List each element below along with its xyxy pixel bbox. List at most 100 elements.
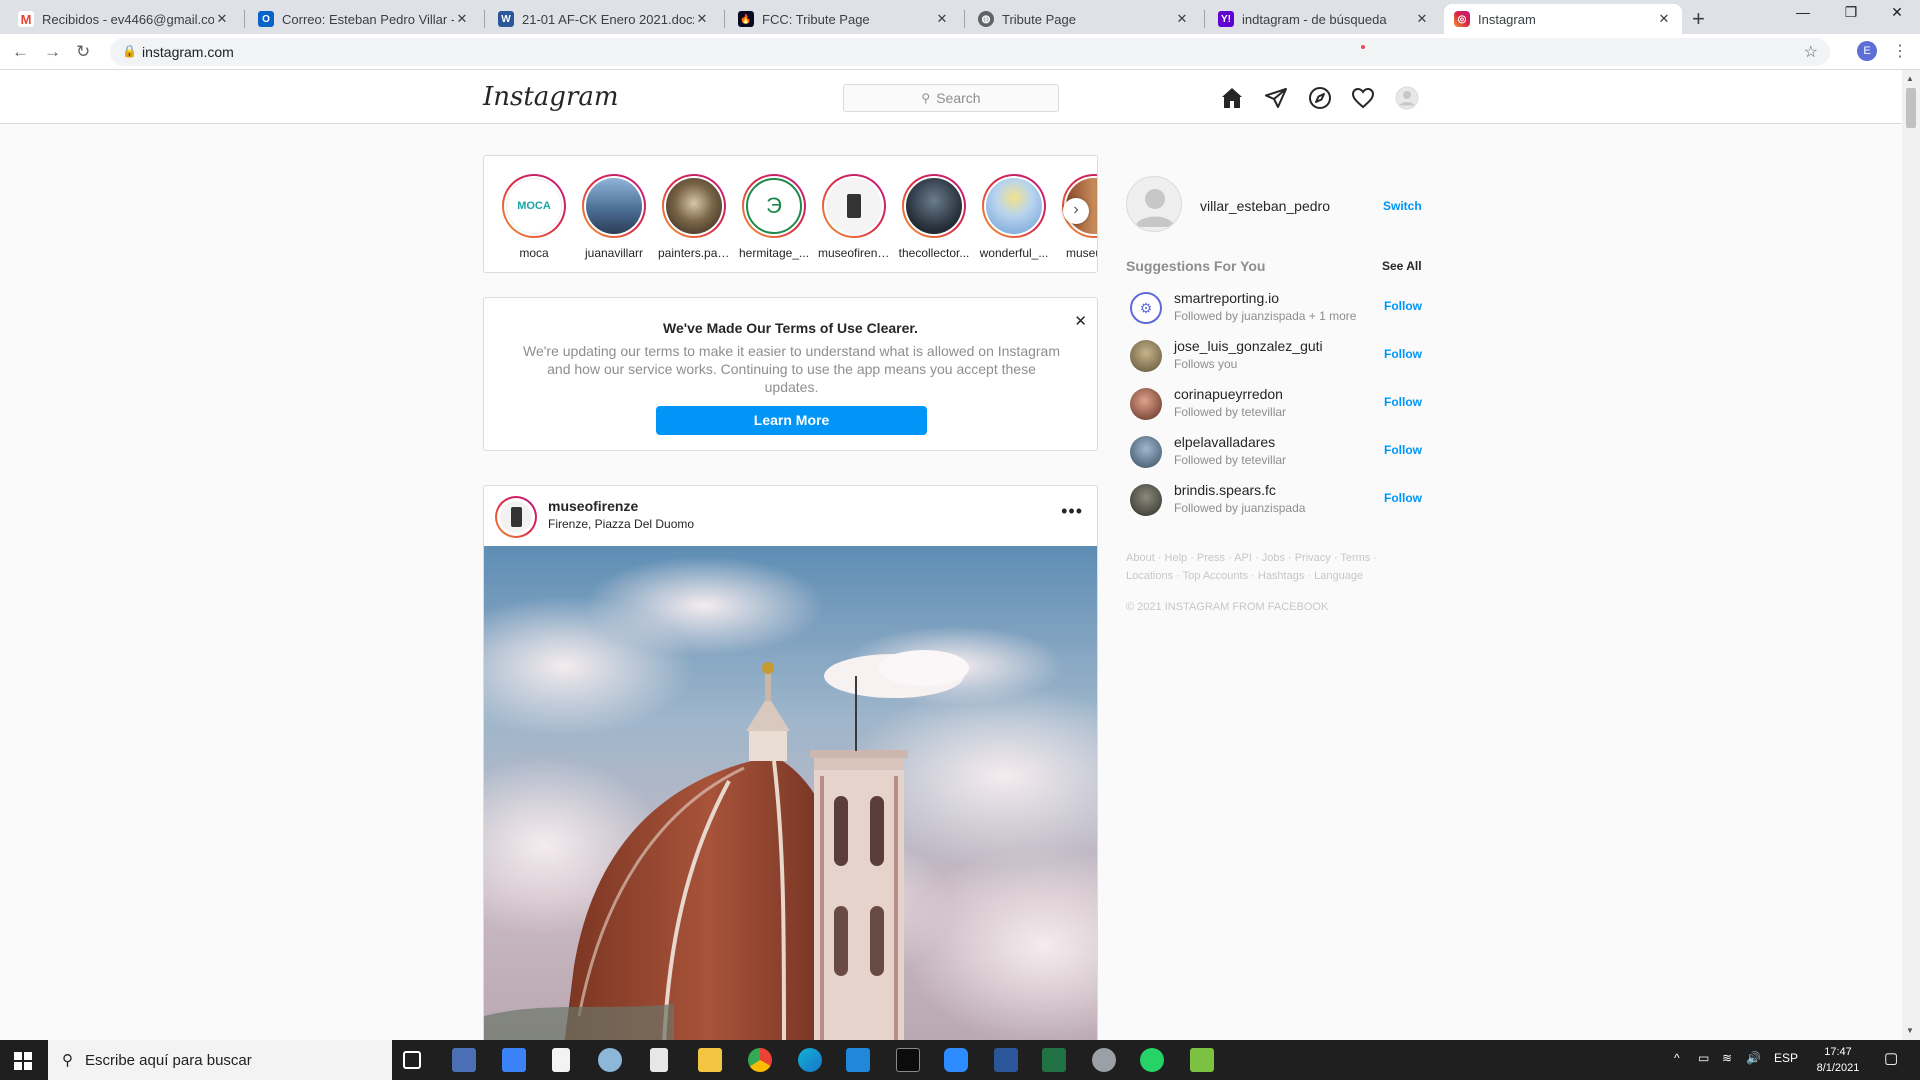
- suggestion-avatar[interactable]: [1130, 436, 1162, 468]
- story-item[interactable]: painters.pai...: [658, 174, 730, 260]
- close-window-icon[interactable]: ✕: [1874, 4, 1920, 21]
- document-icon[interactable]: [650, 1048, 668, 1072]
- close-tab-icon[interactable]: ✕: [1174, 11, 1190, 27]
- app-icon[interactable]: [1190, 1048, 1214, 1072]
- tray-chevron-icon[interactable]: ^: [1674, 1051, 1680, 1065]
- forward-icon[interactable]: →: [44, 42, 61, 62]
- home-icon[interactable]: [1220, 86, 1244, 110]
- close-tab-icon[interactable]: ✕: [1414, 11, 1430, 27]
- close-tab-icon[interactable]: ✕: [694, 11, 710, 27]
- whatsapp-icon[interactable]: [1140, 1048, 1164, 1072]
- back-icon[interactable]: ←: [12, 42, 29, 62]
- browser-tab-tribute[interactable]: ◍ Tribute Page ✕: [968, 4, 1200, 34]
- story-item[interactable]: museofirenze: [818, 174, 890, 260]
- direct-icon[interactable]: [1264, 86, 1288, 110]
- suggestion-avatar[interactable]: [1130, 340, 1162, 372]
- bookmark-star-icon[interactable]: ☆: [1804, 42, 1818, 62]
- browser-menu-icon[interactable]: ⋮: [1892, 41, 1908, 61]
- search-input[interactable]: ⚲ Search: [843, 84, 1059, 112]
- see-all-link[interactable]: See All: [1382, 259, 1422, 273]
- close-tab-icon[interactable]: ✕: [214, 11, 230, 27]
- taskbar-clock[interactable]: 17:47 8/1/2021: [1810, 1044, 1866, 1076]
- explore-icon[interactable]: [1308, 86, 1332, 110]
- follow-button[interactable]: Follow: [1384, 299, 1422, 313]
- edge-icon[interactable]: [798, 1048, 822, 1072]
- browser-tab-fcc[interactable]: 🔥 FCC: Tribute Page ✕: [728, 4, 960, 34]
- terminal-icon[interactable]: [896, 1048, 920, 1072]
- suggestion-username[interactable]: brindis.spears.fc: [1174, 482, 1276, 498]
- reload-icon[interactable]: ↻: [76, 42, 90, 62]
- follow-button[interactable]: Follow: [1384, 443, 1422, 457]
- current-user-avatar[interactable]: [1126, 176, 1182, 232]
- browser-profile-avatar[interactable]: E: [1857, 41, 1877, 61]
- task-view-icon[interactable]: [403, 1051, 421, 1069]
- close-icon[interactable]: ✕: [1074, 312, 1087, 330]
- post-location[interactable]: Firenze, Piazza Del Duomo: [548, 517, 694, 531]
- language-indicator[interactable]: ESP: [1774, 1051, 1798, 1065]
- page-scrollbar[interactable]: [1902, 70, 1920, 1040]
- store-icon[interactable]: [502, 1048, 526, 1072]
- suggestion-username[interactable]: elpelavalladares: [1174, 434, 1275, 450]
- meet-now-icon[interactable]: ▭: [1698, 1051, 1709, 1065]
- close-tab-icon[interactable]: ✕: [934, 11, 950, 27]
- post-avatar[interactable]: [495, 496, 537, 538]
- suggestion-avatar[interactable]: [1130, 484, 1162, 516]
- profile-icon[interactable]: [1395, 86, 1419, 110]
- address-bar[interactable]: 🔒 instagram.com ☆: [110, 38, 1830, 66]
- browser-tab-outlook[interactable]: O Correo: Esteban Pedro Villar - Ou ✕: [248, 4, 480, 34]
- follow-button[interactable]: Follow: [1384, 395, 1422, 409]
- footer-links[interactable]: About · Help · Press · API · Jobs · Priv…: [1126, 549, 1426, 585]
- learn-more-button[interactable]: Learn More: [656, 406, 927, 435]
- scroll-down-arrow-icon[interactable]: ▼: [1906, 1026, 1914, 1035]
- taskbar-search-input[interactable]: ⚲ Escribe aquí para buscar: [48, 1040, 392, 1080]
- close-tab-icon[interactable]: ✕: [1656, 11, 1672, 27]
- scroll-up-arrow-icon[interactable]: ▲: [1906, 74, 1914, 83]
- activity-heart-icon[interactable]: [1351, 86, 1375, 110]
- notifications-icon[interactable]: ▢: [1884, 1049, 1898, 1067]
- vscode-icon[interactable]: [846, 1048, 870, 1072]
- follow-button[interactable]: Follow: [1384, 347, 1422, 361]
- instagram-logo[interactable]: Instagram: [483, 82, 619, 112]
- word-icon[interactable]: [994, 1048, 1018, 1072]
- story-item[interactable]: MOCA moca: [498, 174, 570, 260]
- app-icon[interactable]: [1092, 1048, 1116, 1072]
- chrome-icon[interactable]: [748, 1048, 772, 1072]
- suggestion-username[interactable]: jose_luis_gonzalez_guti: [1174, 338, 1323, 354]
- suggestion-avatar[interactable]: [1130, 388, 1162, 420]
- story-item[interactable]: thecollector...: [898, 174, 970, 260]
- wifi-icon[interactable]: ≋: [1722, 1051, 1732, 1065]
- lock-icon[interactable]: 🔒: [122, 44, 137, 58]
- zoom-icon[interactable]: [944, 1048, 968, 1072]
- browser-tab-instagram[interactable]: ◎ Instagram ✕: [1444, 4, 1682, 34]
- file-icon[interactable]: [552, 1048, 570, 1072]
- new-tab-button[interactable]: +: [1692, 6, 1705, 32]
- suggestion-username[interactable]: smartreporting.io: [1174, 290, 1279, 306]
- app-icon[interactable]: [452, 1048, 476, 1072]
- stories-next-button[interactable]: ›: [1063, 198, 1089, 224]
- post-username[interactable]: museofirenze: [548, 498, 638, 514]
- close-tab-icon[interactable]: ✕: [454, 11, 470, 27]
- suggestion-avatar[interactable]: ⚙: [1130, 292, 1162, 324]
- minimize-icon[interactable]: —: [1780, 4, 1826, 20]
- suggestion-username[interactable]: corinapueyrredon: [1174, 386, 1283, 402]
- suggestion-subtext: Follows you: [1174, 357, 1238, 371]
- scrollbar-thumb[interactable]: [1906, 88, 1916, 128]
- story-item[interactable]: wonderful_...: [978, 174, 1050, 260]
- browser-tab-gmail[interactable]: M Recibidos - ev4466@gmail.com - ✕: [8, 4, 240, 34]
- url-text[interactable]: instagram.com: [142, 44, 234, 60]
- story-item[interactable]: juanavillarr: [578, 174, 650, 260]
- restore-icon[interactable]: ❐: [1828, 4, 1874, 21]
- browser-tab-word[interactable]: W 21-01 AF-CK Enero 2021.docx - l ✕: [488, 4, 720, 34]
- story-item[interactable]: Э hermitage_...: [738, 174, 810, 260]
- windows-start-icon[interactable]: [14, 1052, 32, 1070]
- excel-icon[interactable]: [1042, 1048, 1066, 1072]
- current-username[interactable]: villar_esteban_pedro: [1200, 198, 1330, 214]
- follow-button[interactable]: Follow: [1384, 491, 1422, 505]
- file-explorer-icon[interactable]: [698, 1048, 722, 1072]
- app-icon[interactable]: [598, 1048, 622, 1072]
- more-options-icon[interactable]: •••: [1061, 501, 1083, 522]
- switch-account-button[interactable]: Switch: [1383, 199, 1422, 213]
- volume-icon[interactable]: 🔊: [1746, 1051, 1761, 1065]
- post-image[interactable]: [484, 546, 1098, 1045]
- browser-tab-yahoo[interactable]: Y! indtagram - de búsqueda ✕: [1208, 4, 1440, 34]
